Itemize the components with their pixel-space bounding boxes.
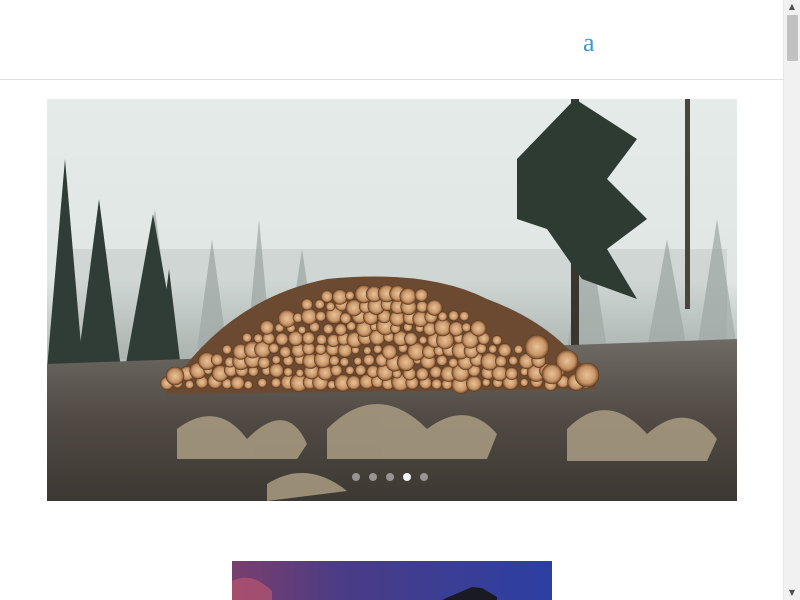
slider-dot-4[interactable]: [403, 473, 411, 481]
slider-dot-1[interactable]: [352, 473, 360, 481]
scroll-up-arrow-icon[interactable]: ▲: [784, 0, 800, 14]
scrollbar-thumb[interactable]: [787, 15, 798, 61]
vertical-scrollbar[interactable]: ▲ ▼: [783, 0, 800, 600]
thumbnail-image: [232, 561, 552, 600]
content-thumbnail[interactable]: [232, 561, 552, 600]
image-slider[interactable]: [47, 99, 737, 501]
page-viewport: a: [0, 0, 783, 600]
scroll-down-arrow-icon[interactable]: ▼: [784, 586, 800, 600]
slide-image: [47, 99, 737, 501]
slider-dots: [352, 473, 432, 483]
slider-dot-2[interactable]: [369, 473, 377, 481]
slider-dot-3[interactable]: [386, 473, 394, 481]
header-link[interactable]: a: [583, 28, 595, 58]
site-header: a: [0, 0, 783, 80]
slider-dot-5[interactable]: [420, 473, 428, 481]
